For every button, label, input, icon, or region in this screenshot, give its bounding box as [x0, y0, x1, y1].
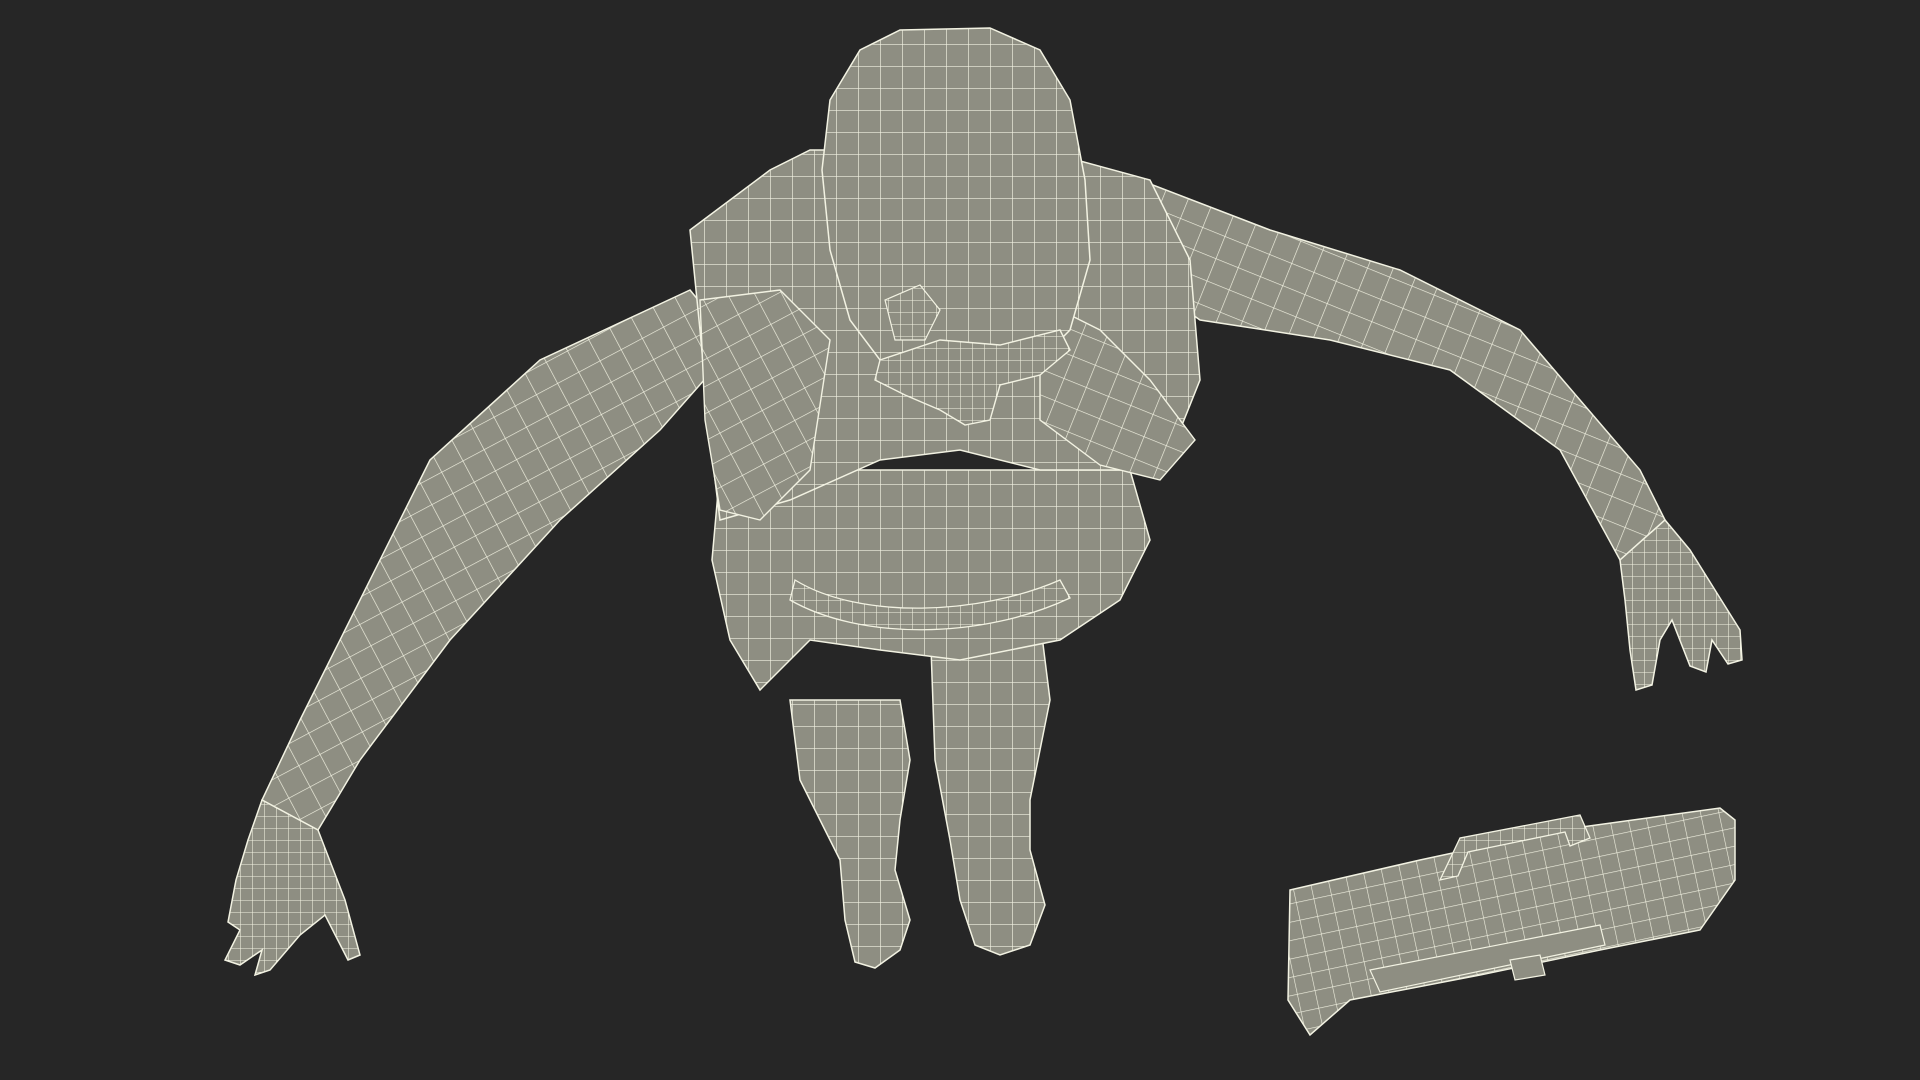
right-hand: [1619, 518, 1743, 691]
render-viewport: [0, 0, 1920, 1080]
head-hair: [821, 27, 1091, 373]
briefcase: [1287, 807, 1736, 1037]
right-arm: [1129, 178, 1666, 562]
left-arm: [261, 289, 736, 831]
wireframe-render: [223, 27, 1743, 1037]
left-hand: [223, 798, 361, 977]
legs: [789, 619, 1051, 969]
